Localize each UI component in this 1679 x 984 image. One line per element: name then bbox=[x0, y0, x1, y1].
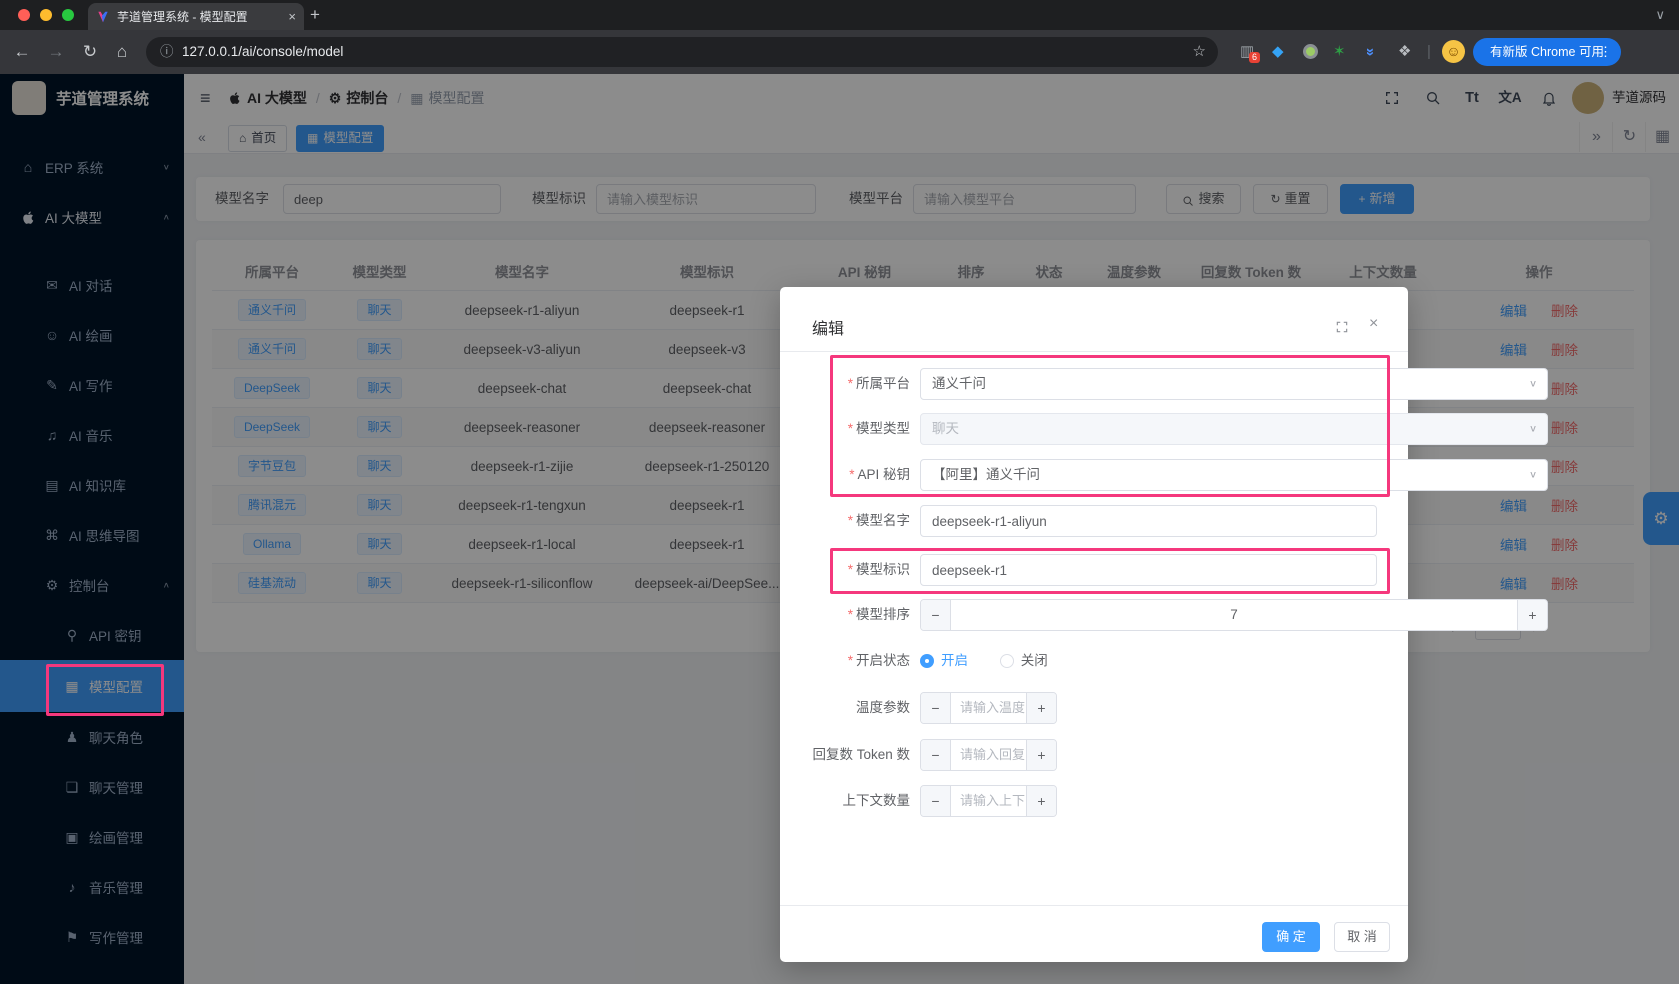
stepper-plus-button[interactable]: + bbox=[1026, 786, 1056, 816]
tab-close-icon[interactable]: × bbox=[288, 9, 296, 24]
model-id-input[interactable] bbox=[920, 554, 1377, 586]
status-radio-group: 开启 关闭 bbox=[920, 645, 1076, 677]
confirm-button[interactable]: 确 定 bbox=[1262, 922, 1320, 952]
profile-avatar-icon[interactable]: ☺ bbox=[1442, 40, 1465, 63]
type-select-value: 聊天 bbox=[932, 421, 959, 436]
form-row-max-tokens: 回复数 Token 数 − 请输入回复 + bbox=[780, 739, 1408, 771]
form-row-context-count: 上下文数量 − 请输入上下 + bbox=[780, 785, 1408, 817]
chrome-update-label: 有新版 Chrome 可用 bbox=[1490, 45, 1604, 59]
dialog-close-icon[interactable]: × bbox=[1369, 315, 1378, 333]
sort-field-label: 模型排序 bbox=[856, 607, 910, 622]
api-key-field-label: API 秘钥 bbox=[857, 467, 910, 482]
dialog-fullscreen-icon[interactable] bbox=[1335, 318, 1349, 336]
extension-kite-icon[interactable]: ◆ bbox=[1272, 42, 1284, 62]
extension-chevrons-icon[interactable]: » bbox=[1360, 48, 1380, 56]
browser-tab-title: 芋道管理系统 - 模型配置 bbox=[117, 8, 284, 25]
extension-badge: 6 bbox=[1249, 52, 1260, 63]
extensions-puzzle-icon[interactable]: ❖ bbox=[1398, 42, 1411, 62]
form-row-sort: *模型排序 − 7 + bbox=[780, 599, 1408, 631]
platform-select[interactable]: 通义千问 ∨ bbox=[920, 368, 1548, 400]
cancel-button[interactable]: 取 消 bbox=[1334, 922, 1390, 952]
tab-overflow-icon[interactable]: ∨ bbox=[1655, 2, 1665, 28]
chevron-down-icon: ∨ bbox=[1529, 371, 1537, 397]
max-tokens-stepper: − 请输入回复 + bbox=[920, 739, 1057, 771]
api-key-select[interactable]: 【阿里】通义千问 ∨ bbox=[920, 459, 1548, 491]
traffic-light-zoom[interactable] bbox=[62, 9, 74, 21]
extension-circle-icon[interactable] bbox=[1303, 44, 1318, 59]
form-row-model-name: *模型名字 bbox=[780, 505, 1408, 537]
dialog-title: 编辑 bbox=[812, 315, 844, 339]
max-tokens-placeholder[interactable]: 请输入回复 bbox=[951, 740, 1026, 770]
new-tab-button[interactable]: + bbox=[310, 2, 320, 28]
form-row-platform: *所属平台 通义千问 ∨ bbox=[780, 368, 1408, 400]
type-select-disabled: 聊天 ∨ bbox=[920, 413, 1548, 445]
stepper-plus-button[interactable]: + bbox=[1026, 740, 1056, 770]
address-bar[interactable]: ⓘ 127.0.0.1/ai/console/model ☆ bbox=[146, 37, 1218, 67]
status-field-label: 开启状态 bbox=[856, 653, 910, 668]
browser-tab[interactable]: 芋道管理系统 - 模型配置 × bbox=[88, 3, 304, 30]
form-row-api-key: *API 秘钥 【阿里】通义千问 ∨ bbox=[780, 459, 1408, 491]
dialog-footer-divider bbox=[780, 905, 1408, 906]
context-count-placeholder[interactable]: 请输入上下 bbox=[951, 786, 1026, 816]
temperature-field-label: 温度参数 bbox=[856, 700, 910, 715]
radio-dot-icon bbox=[920, 654, 934, 668]
temperature-stepper: − 请输入温度 + bbox=[920, 692, 1057, 724]
browser-menu-icon[interactable]: ⋮ bbox=[1599, 38, 1612, 66]
stepper-plus-button[interactable]: + bbox=[1026, 693, 1056, 723]
browser-tabstrip: 芋道管理系统 - 模型配置 × + ∨ bbox=[0, 0, 1679, 30]
site-favicon bbox=[96, 10, 110, 24]
traffic-light-minimize[interactable] bbox=[40, 9, 52, 21]
extension-star-icon[interactable]: ✶ bbox=[1333, 42, 1346, 62]
form-row-model-id: *模型标识 bbox=[780, 554, 1408, 586]
platform-field-label: 所属平台 bbox=[856, 376, 910, 391]
traffic-light-close[interactable] bbox=[18, 9, 30, 21]
reload-icon[interactable]: ↻ bbox=[78, 30, 102, 74]
stepper-minus-button[interactable]: − bbox=[921, 786, 951, 816]
temperature-placeholder[interactable]: 请输入温度 bbox=[951, 693, 1026, 723]
form-row-status: *开启状态 开启 关闭 bbox=[780, 645, 1408, 677]
site-info-icon[interactable]: ⓘ bbox=[160, 37, 174, 67]
type-field-label: 模型类型 bbox=[856, 421, 910, 436]
form-row-temperature: 温度参数 − 请输入温度 + bbox=[780, 692, 1408, 724]
model-name-field-label: 模型名字 bbox=[856, 513, 910, 528]
forward-icon: → bbox=[44, 30, 68, 74]
stepper-minus-button[interactable]: − bbox=[921, 693, 951, 723]
api-key-select-value: 【阿里】通义千问 bbox=[932, 467, 1040, 482]
radio-status-on[interactable]: 开启 bbox=[920, 645, 968, 677]
browser-toolbar: ← → ↻ ⌂ ⓘ 127.0.0.1/ai/console/model ☆ ▥… bbox=[0, 30, 1679, 74]
url-text: 127.0.0.1/ai/console/model bbox=[182, 37, 343, 67]
sort-value[interactable]: 7 bbox=[951, 600, 1517, 630]
chevron-down-icon: ∨ bbox=[1529, 416, 1537, 442]
back-icon[interactable]: ← bbox=[10, 30, 34, 74]
sort-stepper: − 7 + bbox=[920, 599, 1548, 631]
dialog-divider bbox=[780, 351, 1408, 352]
radio-status-off[interactable]: 关闭 bbox=[1000, 645, 1048, 677]
max-tokens-field-label: 回复数 Token 数 bbox=[812, 747, 910, 762]
chrome-update-chip[interactable]: 有新版 Chrome 可用 ⋮ bbox=[1473, 38, 1621, 66]
toolbar-divider: | bbox=[1427, 42, 1431, 62]
bookmark-star-icon[interactable]: ☆ bbox=[1193, 37, 1206, 67]
radio-dot-icon bbox=[1000, 654, 1014, 668]
chevron-down-icon: ∨ bbox=[1529, 462, 1537, 488]
browser-home-icon[interactable]: ⌂ bbox=[110, 30, 134, 74]
context-count-stepper: − 请输入上下 + bbox=[920, 785, 1057, 817]
platform-select-value: 通义千问 bbox=[932, 376, 986, 391]
stepper-minus-button[interactable]: − bbox=[921, 740, 951, 770]
stepper-minus-button[interactable]: − bbox=[921, 600, 951, 630]
edit-model-dialog: 编辑 × *所属平台 通义千问 ∨ *模型类型 聊天 ∨ *API 秘钥 【阿里… bbox=[780, 287, 1408, 962]
stepper-plus-button[interactable]: + bbox=[1517, 600, 1547, 630]
form-row-type: *模型类型 聊天 ∨ bbox=[780, 413, 1408, 445]
extension-grid-icon[interactable]: ▥6 bbox=[1240, 42, 1254, 62]
model-id-field-label: 模型标识 bbox=[856, 562, 910, 577]
context-count-field-label: 上下文数量 bbox=[843, 793, 911, 808]
model-name-input[interactable] bbox=[920, 505, 1377, 537]
